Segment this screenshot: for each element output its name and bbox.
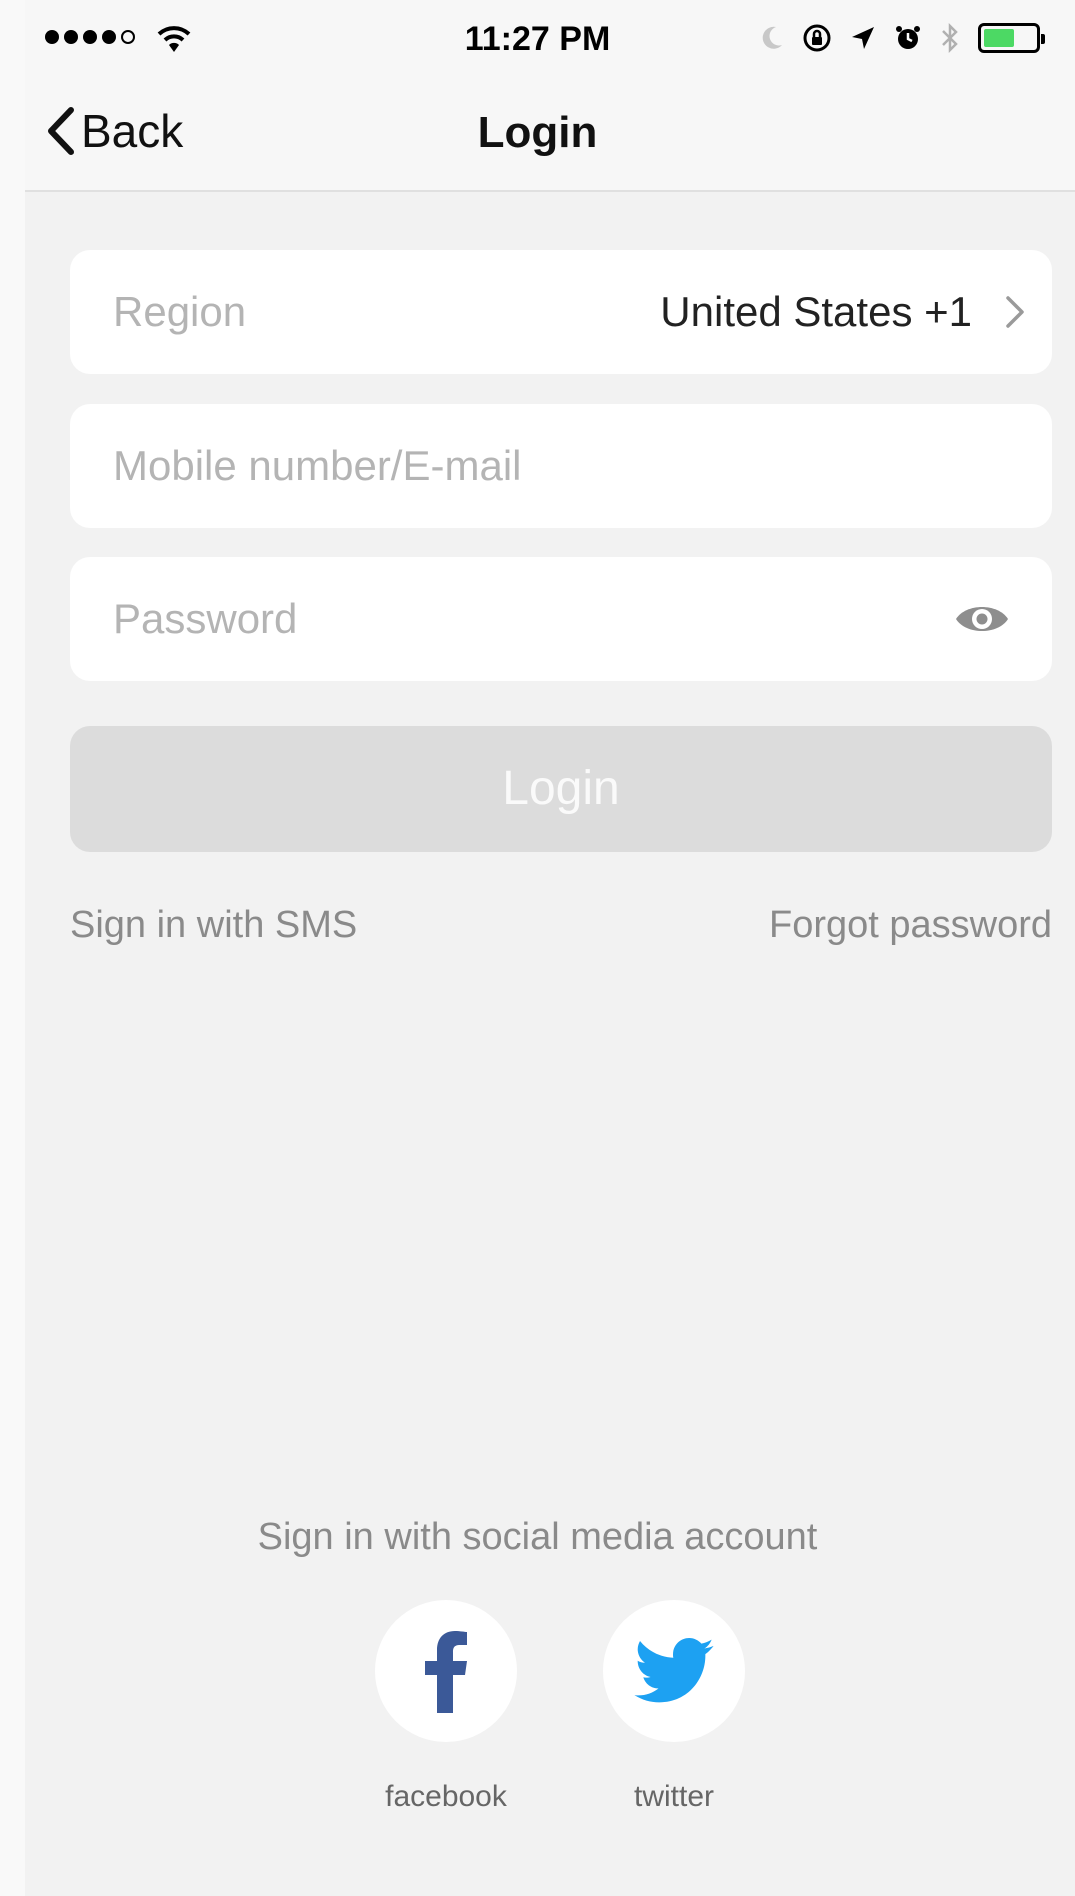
facebook-login-button[interactable]: [375, 1600, 517, 1742]
page-title: Login: [477, 108, 598, 157]
orientation-lock-icon: [803, 24, 831, 52]
login-button[interactable]: Login: [70, 726, 1052, 852]
login-screen: 11:27 PM Back Login Region United States…: [25, 0, 1075, 1896]
password-input[interactable]: [113, 557, 893, 681]
alarm-icon: [896, 26, 920, 49]
facebook-icon: [425, 1631, 467, 1713]
eye-icon[interactable]: [954, 601, 1010, 637]
twitter-login-button[interactable]: [603, 1600, 745, 1742]
navigation-bar: Back Login: [25, 82, 1075, 192]
account-field-container: [70, 404, 1052, 528]
twitter-label: twitter: [633, 1780, 714, 1813]
status-icons: [760, 22, 1045, 54]
social-login-title: Sign in with social media account: [257, 1516, 818, 1558]
moon-icon: [762, 26, 782, 49]
password-field-container: [70, 557, 1052, 681]
bluetooth-icon: [942, 22, 958, 54]
chevron-right-icon: [1006, 296, 1024, 328]
location-arrow-icon: [852, 27, 874, 49]
twitter-icon: [634, 1638, 714, 1703]
region-selector[interactable]: Region United States +1: [70, 250, 1052, 374]
battery-icon: [978, 23, 1045, 53]
status-bar: 11:27 PM: [25, 0, 1075, 82]
forgot-password-link[interactable]: Forgot password: [769, 904, 1052, 947]
sms-sign-in-link[interactable]: Sign in with SMS: [70, 904, 357, 947]
region-value: United States +1: [660, 288, 972, 335]
account-input[interactable]: [113, 404, 933, 528]
facebook-label: facebook: [385, 1780, 507, 1813]
